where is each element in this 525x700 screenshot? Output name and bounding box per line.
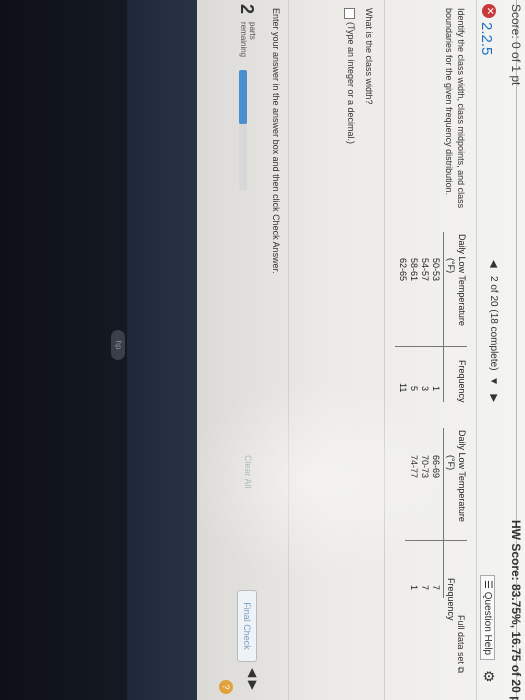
help-icon[interactable]: ? (219, 680, 233, 694)
answer-instruction: Enter your answer in the answer box and … (271, 8, 281, 274)
browser-content: Score: 0 of 1 pt HW Score: 83.75%, 16.75… (185, 0, 525, 700)
col1-unit: (°F) (446, 258, 456, 274)
full-data-set-link[interactable]: Full data set ⧉ (455, 615, 467, 673)
col3-unit: (°F) (446, 455, 456, 471)
question-navigator: ◀ 2 of 20 (18 complete) ▼ ▶ (488, 260, 499, 402)
laptop-screen: Score: 0 of 1 pt HW Score: 83.75%, 16.75… (0, 0, 525, 700)
table-cell: 54-57 (420, 258, 430, 282)
table-cell: 11 (398, 383, 408, 393)
next-arrow-icon[interactable]: ▶ (246, 681, 260, 690)
table-cell: 70-73 (420, 455, 430, 479)
full-data-set-label: Full data set (456, 615, 466, 665)
next-question-icon[interactable]: ▶ (488, 394, 499, 402)
parts-progress-bar (239, 70, 247, 190)
col4-header: Frequency (446, 578, 456, 621)
table-cell: 58-61 (409, 258, 419, 282)
table-cell: 3 (420, 386, 430, 392)
score-label: Score: 0 of 1 pt (509, 4, 523, 86)
table-cell: 50-53 (431, 258, 441, 282)
final-check-button[interactable]: Final Check (237, 590, 257, 662)
table-cell: 5 (409, 386, 419, 392)
col3-header: Daily Low Temperature (457, 430, 467, 522)
hp-logo-icon: hp (111, 330, 125, 360)
gear-icon[interactable]: ⚙ (480, 670, 497, 683)
incorrect-icon: ✕ (482, 4, 496, 18)
question-help-label: Question Help (482, 591, 493, 656)
answer-hint: (Type an integer or a decimal.) (346, 22, 356, 145)
data-set-icon: ⧉ (456, 666, 466, 673)
parts-progress-fill (239, 70, 247, 124)
question-progress: 2 of 20 (18 complete) (488, 276, 499, 371)
table-left-rule (443, 232, 444, 402)
laptop-bezel: hp (0, 0, 127, 700)
screen-glare (185, 380, 445, 580)
table-cell: 1 (431, 386, 441, 392)
parts-count: 2 (237, 4, 257, 15)
table-right-rule (443, 428, 444, 598)
prev-question-icon[interactable]: ◀ (488, 260, 499, 273)
question-arrows: ◀ ▶ (246, 668, 260, 690)
question-help-button[interactable]: ☰ Question Help (480, 575, 495, 661)
col1-header: Daily Low Temperature (457, 234, 467, 326)
table-left-column-divider (395, 346, 467, 347)
table-cell: 1 (409, 585, 419, 591)
taskbar: ❖ ◎ ◍ ▭ N O W P X ▴ ▣ ◈ (127, 0, 197, 700)
photo-background: Score: 0 of 1 pt HW Score: 83.75%, 16.75… (0, 0, 525, 700)
hw-score: HW Score: 83.75%, 16.75 of 20 pts (509, 520, 523, 700)
table-right-column-divider (405, 540, 467, 541)
class-width-question: What is the class width? (364, 8, 374, 105)
parts-label-line2: remaining (239, 22, 248, 58)
table-cell: 74-77 (409, 455, 419, 479)
dropdown-chevron-icon[interactable]: ▼ (488, 373, 499, 391)
prev-arrow-icon[interactable]: ◀ (246, 668, 260, 677)
parts-label-line1: parts (248, 22, 257, 40)
instruction-line-2: boundaries for the given frequency distr… (444, 8, 454, 196)
col2-header: Frequency (457, 360, 467, 403)
footer-divider (288, 0, 289, 700)
clear-all-button[interactable]: Clear All (243, 455, 253, 489)
table-cell: 7 (420, 585, 430, 591)
instruction-line-1: Identify the class width, class midpoint… (456, 8, 466, 209)
list-icon: ☰ (482, 580, 493, 592)
answer-input[interactable] (344, 8, 355, 19)
question-number: 2.2.5 (478, 22, 495, 56)
table-cell: 7 (431, 585, 441, 591)
table-cell: 66-69 (431, 455, 441, 479)
header-divider (476, 0, 477, 700)
table-cell: 62-65 (398, 258, 408, 282)
content-divider (384, 0, 385, 700)
